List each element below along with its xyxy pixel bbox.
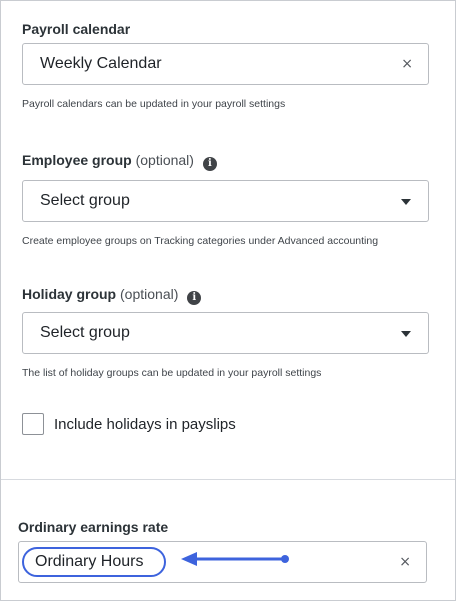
info-icon[interactable]: i (187, 291, 202, 305)
payroll-calendar-select[interactable]: Weekly Calendar × (22, 43, 429, 85)
employee-group-help: Create employee groups on Tracking categ… (22, 235, 379, 247)
arrow-annotation (181, 552, 289, 566)
holiday-group-help: The list of holiday groups can be update… (22, 367, 322, 379)
info-icon[interactable]: i (202, 157, 217, 171)
pay-settings-panel: Payroll calendar Weekly Calendar × Payro… (0, 0, 456, 601)
optional-tag: (optional) (135, 152, 194, 168)
highlight-annotation (22, 547, 166, 577)
holiday-group-label: Holiday group (optional) i (22, 286, 202, 305)
payroll-calendar-help: Payroll calendars can be updated in your… (22, 98, 286, 110)
chevron-down-icon (401, 199, 411, 205)
clear-icon[interactable]: × (399, 554, 411, 570)
ordinary-earnings-label: Ordinary earnings rate (18, 519, 169, 535)
holiday-group-select[interactable]: Select group (22, 312, 429, 354)
pay-settings-section: Payroll calendar Weekly Calendar × Payro… (1, 1, 455, 479)
include-holidays-label[interactable]: Include holidays in payslips (54, 416, 236, 433)
holiday-group-value: Select group (40, 324, 130, 341)
clear-icon[interactable]: × (401, 56, 413, 72)
employee-group-label: Employee group (optional) i (22, 152, 217, 171)
employee-group-select[interactable]: Select group (22, 180, 429, 222)
payroll-calendar-value: Weekly Calendar (40, 55, 162, 72)
optional-tag: (optional) (120, 286, 179, 302)
chevron-down-icon (401, 331, 411, 337)
include-holidays-checkbox[interactable] (22, 413, 44, 435)
employee-group-value: Select group (40, 192, 130, 209)
payroll-calendar-label: Payroll calendar (22, 21, 131, 37)
